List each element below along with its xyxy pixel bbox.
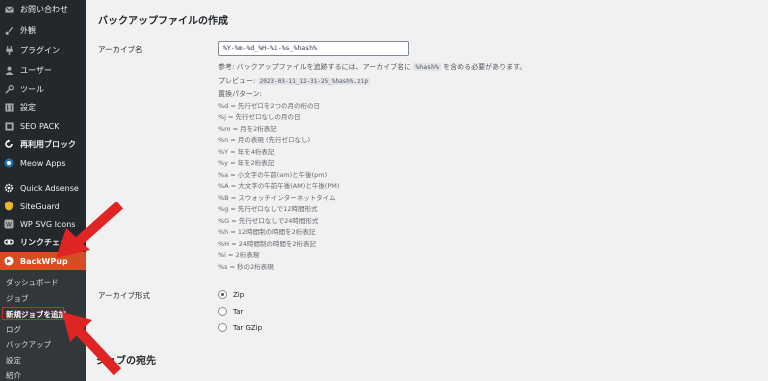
sidebar-item-label: 再利用ブロック (20, 139, 76, 149)
archive-preview: プレビュー: 2023-03-11_12-31-25_%hash%.zip (218, 76, 370, 86)
link-icon (4, 237, 14, 247)
sidebar-item-label: ツール (20, 84, 44, 94)
pattern-item: %H = 24時間制の時間を2桁表記 (218, 240, 317, 248)
pattern-item: %B = スウォッチインターネットタイム (218, 194, 336, 202)
pattern-item: %h = 12時間制の時間を2桁表記 (218, 228, 316, 236)
sidebar-item-meow-apps[interactable]: Meow Apps (0, 154, 86, 172)
format-label-zip: Zip (233, 290, 245, 299)
archive-name-note: 参考: バックアップファイルを追跡するには、アーカイブ名に %hash% を含め… (218, 62, 526, 72)
sidebar-item-label: 設定 (20, 102, 36, 112)
format-option-zip[interactable]: Zip (218, 290, 244, 299)
format-label-tar-gzip: Tar GZip (233, 323, 263, 332)
shield-icon (4, 201, 14, 211)
pattern-item: %i = 2桁表現 (218, 251, 260, 259)
radio-zip[interactable] (218, 290, 227, 299)
submenu-item-dashboard[interactable]: ダッシュボード (6, 277, 59, 288)
preview-value: 2023-03-11_12-31-25_%hash%.zip (257, 78, 370, 85)
sidebar-item-label: Meow Apps (20, 158, 66, 168)
settings-icon (4, 102, 14, 112)
note-suffix: を含める必要があります。 (440, 63, 527, 71)
sidebar-item-settings[interactable]: 設定 (0, 98, 86, 116)
svg-icon: W (4, 219, 14, 229)
main-content: バックアップファイルの作成 アーカイブ名 %Y-%m-%d_%H-%i-%s_%… (86, 0, 768, 381)
radio-tar-gzip[interactable] (218, 323, 227, 332)
meow-icon (4, 158, 14, 168)
archive-name-input[interactable]: %Y-%m-%d_%H-%i-%s_%hash% (218, 41, 409, 56)
format-option-tar[interactable]: Tar (218, 307, 243, 316)
note-code: %hash% (413, 63, 441, 71)
sidebar-item-plugins[interactable]: プラグイン (0, 41, 86, 59)
format-label-tar: Tar (233, 307, 244, 316)
sidebar-item-label: Quick Adsense (20, 183, 79, 193)
sidebar-item-label: お問い合わせ (20, 4, 68, 14)
pattern-item: %G = 先行ゼロなしで24時間形式 (218, 217, 319, 225)
sidebar-item-label: プラグイン (20, 45, 60, 55)
submenu-item-backups[interactable]: バックアップ (6, 339, 51, 350)
pattern-item: %A = 大文字の午前午後(AM)と午後(PM) (218, 182, 340, 190)
sidebar-item-label: ユーザー (20, 65, 52, 75)
pattern-item: %n = 月の表現 (先行ゼロなし) (218, 136, 311, 144)
pattern-item: %m = 月を2桁表記 (218, 125, 277, 133)
arrow-annotation-backwpup (56, 202, 124, 258)
section-title-backup-file: バックアップファイルの作成 (98, 16, 228, 27)
backwpup-icon (4, 256, 14, 266)
sidebar-item-contact[interactable]: お問い合わせ (0, 0, 86, 18)
archive-format-label: アーカイブ形式 (98, 291, 151, 300)
plugin-icon (4, 45, 14, 55)
radio-tar[interactable] (218, 307, 227, 316)
submenu-item-logs[interactable]: ログ (6, 324, 21, 335)
sidebar-item-label: SEO PACK (20, 121, 60, 131)
pattern-title: 置換パターン: (218, 90, 263, 98)
preview-label: プレビュー: (218, 77, 258, 85)
pattern-item: %j = 先行ゼロなしの月の日 (218, 113, 301, 121)
brush-icon (4, 25, 14, 35)
pattern-item: %g = 先行ゼロなしで12時間形式 (218, 205, 318, 213)
reuse-icon (4, 139, 14, 149)
submenu-item-settings[interactable]: 設定 (6, 355, 21, 366)
submenu-item-about[interactable]: 紹介 (6, 370, 21, 381)
sidebar-item-quick-adsense[interactable]: Quick Adsense (0, 179, 86, 197)
archive-name-label: アーカイブ名 (98, 45, 143, 54)
format-option-tar-gzip[interactable]: Tar GZip (218, 323, 262, 332)
pattern-item: %a = 小文字の午前(am)と午後(pm) (218, 171, 328, 179)
seo-icon (4, 121, 14, 131)
sidebar-item-users[interactable]: ユーザー (0, 61, 86, 79)
sidebar-item-appearance[interactable]: 外観 (0, 21, 86, 39)
note-prefix: 参考: バックアップファイルを追跡するには、アーカイブ名に (218, 63, 414, 71)
sidebar-item-tools[interactable]: ツール (0, 80, 86, 98)
gear-icon (4, 183, 14, 193)
highlight-box (2, 307, 64, 320)
user-icon (4, 65, 14, 75)
sidebar-item-reusable-blocks[interactable]: 再利用ブロック (0, 135, 86, 153)
mail-icon (4, 4, 14, 14)
wrench-icon (4, 84, 14, 94)
pattern-item: %y = 年を2桁表記 (218, 159, 275, 167)
pattern-item: %d = 先行ゼロを2つの月の桁の日 (218, 102, 321, 110)
arrow-annotation-add-job (62, 312, 122, 376)
submenu-item-jobs[interactable]: ジョブ (6, 293, 29, 304)
svg-text:W: W (6, 221, 12, 228)
pattern-item: %Y = 年を4桁表記 (218, 148, 275, 156)
sidebar-item-seo-pack[interactable]: SEO PACK (0, 117, 86, 135)
pattern-item: %s = 秒の2桁表現 (218, 263, 274, 271)
sidebar-item-label: 外観 (20, 25, 36, 35)
